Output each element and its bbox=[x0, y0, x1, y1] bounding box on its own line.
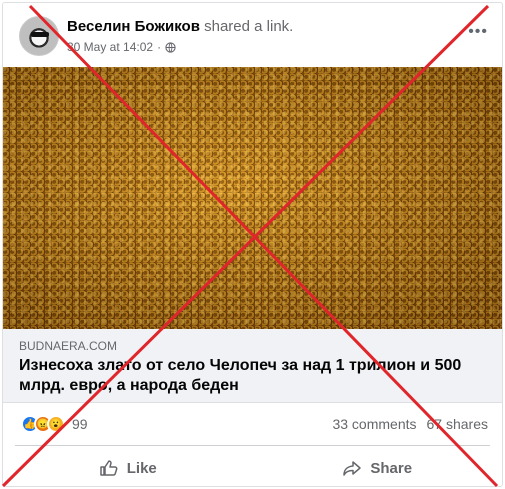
link-image[interactable] bbox=[3, 67, 502, 329]
share-button[interactable]: Share bbox=[253, 451, 503, 485]
post-timestamp[interactable]: 30 May at 14:02 bbox=[67, 40, 153, 54]
share-label: Share bbox=[370, 459, 413, 477]
author-line: Веселин Божиков shared a link. bbox=[67, 18, 293, 35]
like-button[interactable]: Like bbox=[3, 451, 253, 485]
globe-icon bbox=[165, 41, 176, 53]
like-label: Like bbox=[126, 459, 157, 477]
author-name[interactable]: Веселин Божиков bbox=[67, 18, 200, 35]
action-bar: Like Share bbox=[3, 451, 502, 485]
thumbs-up-icon bbox=[99, 460, 118, 476]
link-domain: BUDNAERA.COM bbox=[19, 339, 118, 353]
wow-icon: 😮 bbox=[47, 415, 65, 433]
link-headline[interactable]: Изнесоха злато от село Челопеч за над 1 … bbox=[19, 356, 489, 396]
reaction-count[interactable]: 99 bbox=[72, 416, 88, 432]
engagement-stats: 👍 😠 😮 99 33 comments 67 shares bbox=[3, 413, 502, 437]
post-action-text: shared a link. bbox=[204, 18, 294, 35]
post-meta: 30 May at 14:02 · bbox=[67, 40, 176, 54]
shares-count[interactable]: 67 shares bbox=[427, 416, 488, 432]
divider bbox=[15, 445, 490, 446]
post-card: Веселин Божиков shared a link. 30 May at… bbox=[2, 2, 503, 487]
post-header: Веселин Божиков shared a link. 30 May at… bbox=[3, 3, 502, 67]
share-arrow-icon bbox=[343, 461, 362, 476]
more-dots-icon[interactable]: ••• bbox=[468, 23, 488, 41]
comments-shares: 33 comments 67 shares bbox=[332, 416, 488, 432]
reactions-summary[interactable]: 👍 😠 😮 99 bbox=[21, 415, 88, 433]
link-preview[interactable]: BUDNAERA.COM Изнесоха злато от село Чело… bbox=[3, 329, 502, 403]
comments-count[interactable]: 33 comments bbox=[332, 416, 416, 432]
meta-separator: · bbox=[157, 40, 162, 54]
avatar[interactable] bbox=[19, 16, 59, 56]
